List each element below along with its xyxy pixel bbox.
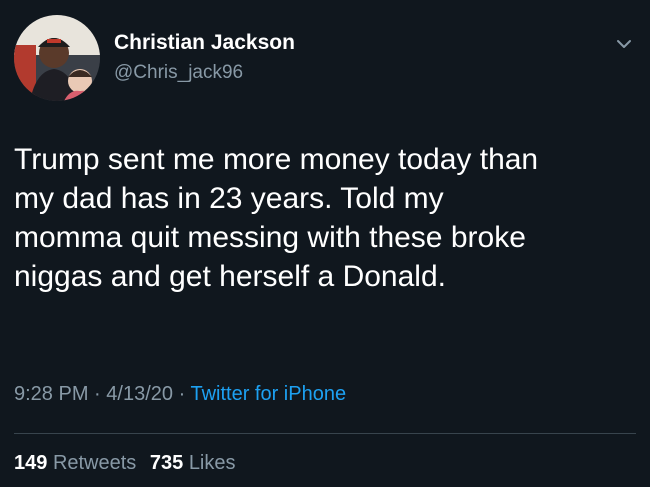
chevron-down-icon[interactable] [614,34,634,54]
avatar[interactable] [14,15,100,101]
tweet-text: Trump sent me more money today than my d… [14,140,634,296]
tweet-source-link[interactable]: Twitter for iPhone [190,383,346,405]
tweet-meta: 9:28 PM · 4/13/20 · Twitter for iPhone [14,383,346,406]
avatar-photo-icon [14,15,100,101]
tweet-text-line: Trump sent me more money today than [14,143,539,176]
display-name[interactable]: Christian Jackson [114,31,295,55]
tweet-text-line: niggas and get herself a Donald. [14,260,446,293]
likes-label: Likes [188,452,236,474]
tweet-text-line: momma quit messing with these broke [14,221,526,254]
retweets-label: Retweets [52,452,137,474]
retweets-stat[interactable]: 149 Retweets [14,452,136,474]
meta-separator: · [94,383,101,405]
tweet-date[interactable]: 4/13/20 [106,383,173,405]
user-handle[interactable]: @Chris_jack96 [114,62,243,84]
tweet-stats: 149 Retweets 735 Likes [14,452,244,475]
likes-stat[interactable]: 735 Likes [150,452,236,474]
tweet-time[interactable]: 9:28 PM [14,383,88,405]
likes-count: 735 [149,452,184,474]
tweet-text-line: my dad has in 23 years. Told my [14,182,444,215]
tweet-card: Christian Jackson @Chris_jack96 Trump se… [0,0,650,487]
meta-separator: · [178,383,186,405]
divider [14,433,636,434]
retweets-count: 149 [14,452,48,474]
